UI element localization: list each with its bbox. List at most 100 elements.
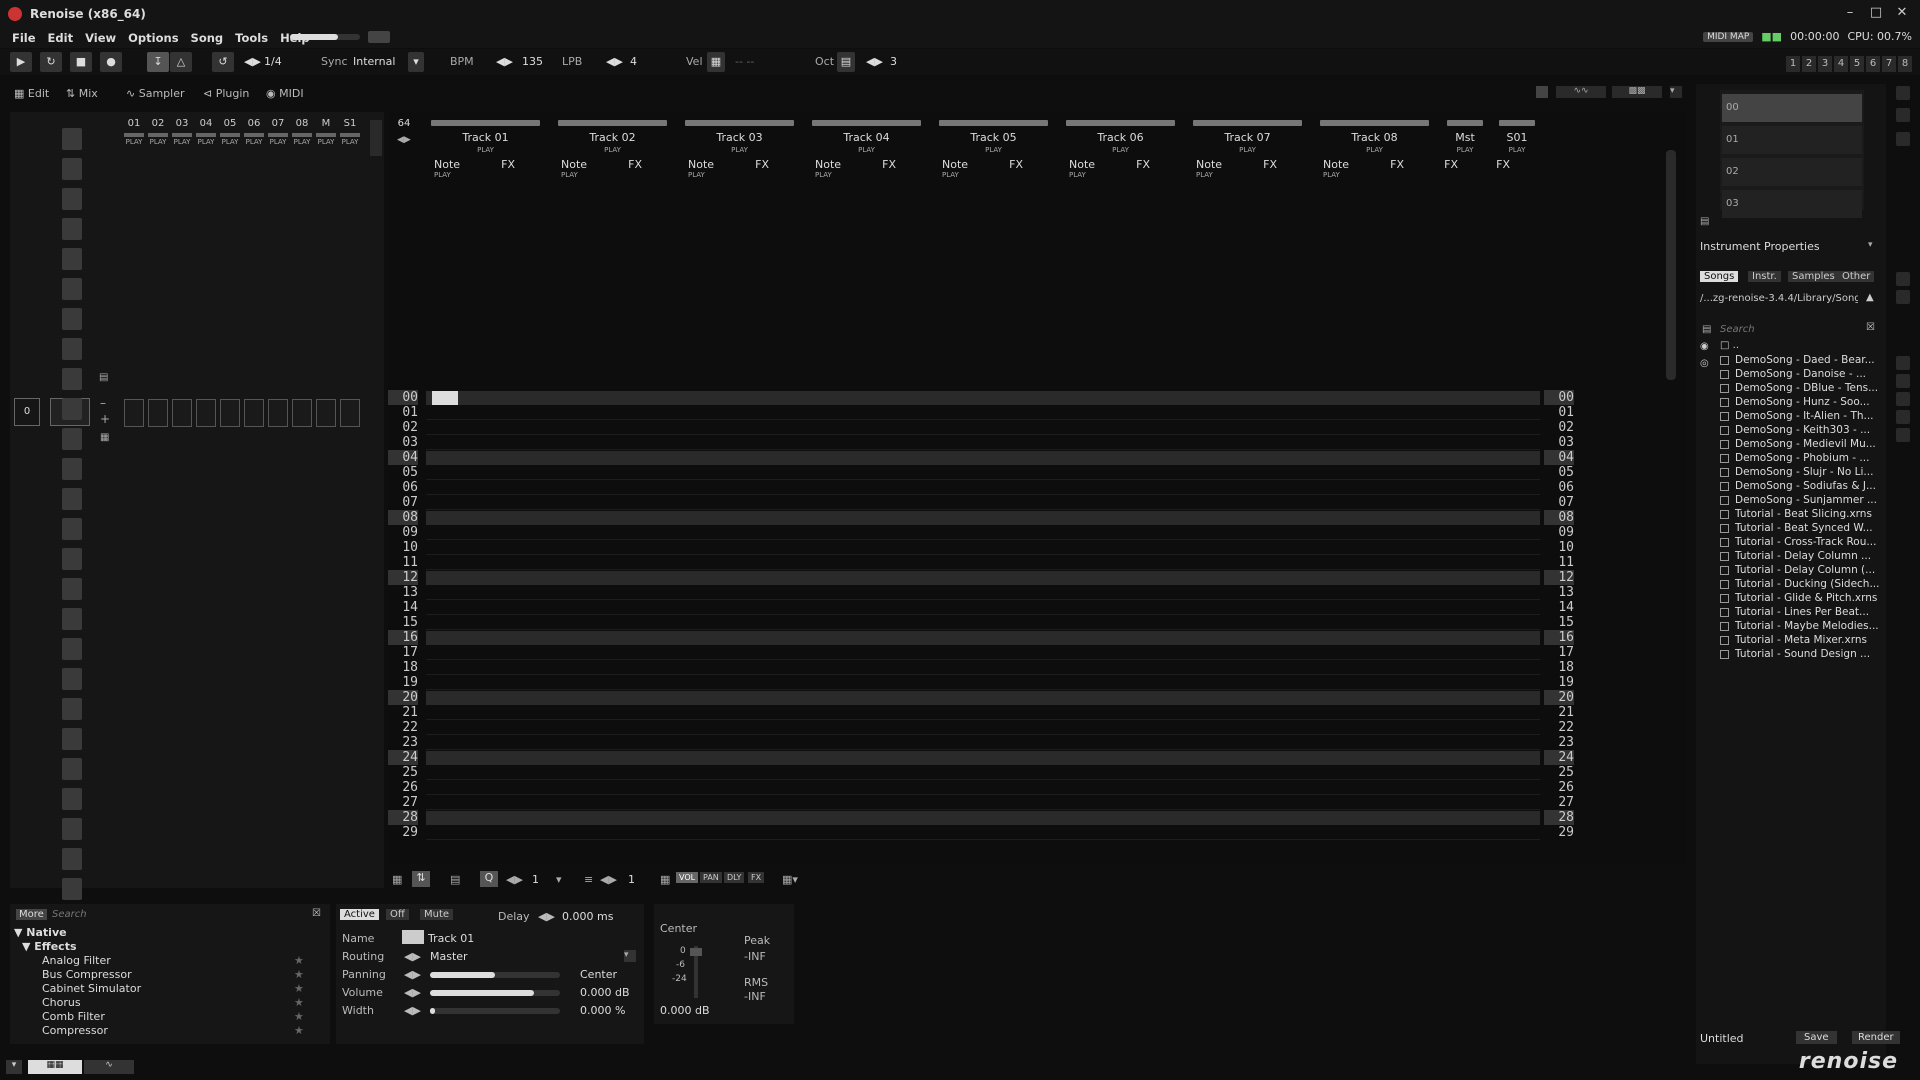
vel-value[interactable]: -- -- bbox=[735, 55, 754, 68]
browser-tab-samples[interactable]: Samples bbox=[1788, 271, 1839, 282]
midi-map-button[interactable]: MIDI MAP bbox=[1703, 31, 1754, 42]
keyboard-velocity-icon[interactable]: ▦ bbox=[707, 52, 725, 72]
routing-dropdown-icon[interactable]: ▾ bbox=[624, 950, 636, 962]
matrix-cell[interactable] bbox=[244, 399, 264, 427]
sequencer-slot[interactable] bbox=[62, 158, 82, 180]
scope-dropdown-icon[interactable]: ▾ bbox=[1670, 86, 1682, 98]
favorite-star-icon[interactable]: ★ bbox=[294, 996, 304, 1009]
minimize-button[interactable]: – bbox=[1840, 4, 1860, 22]
num-button[interactable]: 4 bbox=[1834, 56, 1848, 72]
track-name[interactable]: Track 02 bbox=[553, 131, 672, 144]
num-button[interactable]: 3 bbox=[1818, 56, 1832, 72]
maximize-button[interactable]: □ bbox=[1866, 4, 1886, 22]
seq-track-header[interactable]: 05 bbox=[220, 118, 240, 129]
browser-file[interactable]: DemoSong - Slujr - No Li... bbox=[1720, 466, 1882, 478]
seq-track-play[interactable]: PLAY bbox=[267, 138, 289, 146]
browser-file[interactable]: Tutorial - Beat Synced W... bbox=[1720, 522, 1882, 534]
browser-file[interactable]: DemoSong - Danoise - ... bbox=[1720, 368, 1882, 380]
browser-tab-songs[interactable]: Songs bbox=[1700, 271, 1739, 282]
automation-tab[interactable]: ∿ bbox=[84, 1060, 134, 1074]
browser-file[interactable]: DemoSong - Medievil Mu... bbox=[1720, 438, 1882, 450]
effect-item[interactable]: Compressor bbox=[42, 1024, 108, 1037]
seq-track-header[interactable]: 07 bbox=[268, 118, 288, 129]
effect-item[interactable]: Comb Filter bbox=[42, 1010, 105, 1023]
sequencer-slot[interactable] bbox=[62, 428, 82, 450]
track-column[interactable]: Track 05 PLAY Note PLAY FX bbox=[934, 118, 1053, 858]
columns-icon[interactable]: ▦ bbox=[392, 873, 402, 886]
render-button[interactable]: Render bbox=[1852, 1031, 1900, 1044]
width-arrows-icon[interactable]: ◀▶ bbox=[404, 1004, 421, 1017]
seq-track-header[interactable]: 06 bbox=[244, 118, 264, 129]
sequencer-slot[interactable] bbox=[62, 398, 82, 420]
meter-fader-handle[interactable] bbox=[690, 948, 702, 956]
tab-edit[interactable]: ▦ Edit bbox=[14, 87, 49, 100]
pattern-list-item[interactable]: 02 bbox=[1722, 158, 1862, 186]
block-loop-icon[interactable]: ↺ bbox=[212, 52, 234, 72]
sequencer-slot[interactable] bbox=[62, 848, 82, 870]
spectrum-icon[interactable]: ▩▩ bbox=[1612, 86, 1662, 98]
favorite-star-icon[interactable]: ★ bbox=[294, 1024, 304, 1037]
pan-column-toggle[interactable]: PAN bbox=[700, 872, 722, 883]
track-column[interactable]: Track 04 PLAY Note PLAY FX bbox=[807, 118, 926, 858]
folder-icon[interactable] bbox=[1896, 374, 1910, 388]
matrix-cell[interactable] bbox=[172, 399, 192, 427]
track-column[interactable]: Mst PLAY FX bbox=[1442, 118, 1488, 858]
track-name[interactable]: Track 08 bbox=[1315, 131, 1434, 144]
follow-pattern-icon[interactable]: ⇅ bbox=[412, 871, 430, 887]
num-button[interactable]: 5 bbox=[1850, 56, 1864, 72]
sequencer-slot[interactable] bbox=[62, 638, 82, 660]
menu-edit[interactable]: Edit bbox=[48, 31, 74, 45]
sequencer-slot[interactable] bbox=[62, 878, 82, 900]
browser-link-icon[interactable]: ◎ bbox=[1700, 358, 1709, 369]
browser-file[interactable]: Tutorial - Delay Column (... bbox=[1720, 564, 1882, 576]
panning-arrows-icon[interactable]: ◀▶ bbox=[404, 968, 421, 981]
pattern-list-item[interactable]: 03 bbox=[1722, 190, 1862, 218]
seq-track-header[interactable]: 02 bbox=[148, 118, 168, 129]
seq-track-header[interactable]: M bbox=[316, 118, 336, 129]
matrix-icon[interactable]: ▦ bbox=[100, 432, 109, 443]
browser-file[interactable]: Tutorial - Sound Design ... bbox=[1720, 648, 1882, 660]
sequencer-slot[interactable] bbox=[62, 818, 82, 840]
fx-search-input[interactable]: Search bbox=[52, 909, 324, 923]
name-value[interactable]: Track 01 bbox=[428, 932, 474, 945]
seq-track-play[interactable]: PLAY bbox=[315, 138, 337, 146]
edit-step-value[interactable]: 1 bbox=[628, 873, 635, 886]
seq-track-play[interactable]: PLAY bbox=[243, 138, 265, 146]
browser-file[interactable]: Tutorial - Maybe Melodies... bbox=[1720, 620, 1882, 632]
right-slot-1-icon[interactable] bbox=[1896, 272, 1910, 286]
track-color-swatch[interactable] bbox=[402, 930, 424, 944]
play-button[interactable]: ▶ bbox=[10, 52, 32, 72]
sequencer-slot[interactable] bbox=[62, 548, 82, 570]
master-volume-slider[interactable] bbox=[290, 34, 360, 40]
sync-select[interactable]: Internal bbox=[353, 55, 395, 68]
track-play-label[interactable]: PLAY bbox=[426, 146, 545, 154]
seq-track-header[interactable]: S1 bbox=[340, 118, 360, 129]
vol-column-toggle[interactable]: VOL bbox=[676, 872, 699, 883]
favorite-star-icon[interactable]: ★ bbox=[294, 954, 304, 967]
tree-effects[interactable]: ▼ Effects bbox=[22, 940, 77, 953]
track-play-label[interactable]: PLAY bbox=[1061, 146, 1180, 154]
browser-file[interactable]: Tutorial - Delay Column ... bbox=[1720, 550, 1882, 562]
track-column[interactable]: Track 02 PLAY Note PLAY FX bbox=[553, 118, 672, 858]
library-icon[interactable] bbox=[1896, 428, 1910, 442]
browser-file[interactable]: DemoSong - Sodiufas & J... bbox=[1720, 480, 1882, 492]
sequencer-slot[interactable] bbox=[62, 188, 82, 210]
seq-track-header[interactable]: 01 bbox=[124, 118, 144, 129]
track-name[interactable]: Mst bbox=[1442, 131, 1488, 144]
edit-step-arrows-icon[interactable]: ◀▶ bbox=[600, 873, 617, 886]
delay-arrows-icon[interactable]: ◀▶ bbox=[538, 910, 555, 923]
oscilloscope-icon[interactable]: ∿∿ bbox=[1556, 86, 1606, 98]
browser-file[interactable]: DemoSong - It-Alien - Th... bbox=[1720, 410, 1882, 422]
pencil-icon[interactable] bbox=[1896, 356, 1910, 370]
browser-file[interactable]: Tutorial - Lines Per Beat... bbox=[1720, 606, 1882, 618]
sequencer-slot[interactable] bbox=[62, 128, 82, 150]
close-button[interactable]: ✕ bbox=[1892, 4, 1912, 22]
home-icon[interactable] bbox=[1896, 392, 1910, 406]
more-button[interactable]: More bbox=[16, 909, 47, 920]
track-column[interactable]: Track 08 PLAY Note PLAY FX bbox=[1315, 118, 1434, 858]
keyboard-icon[interactable]: ▤ bbox=[837, 52, 855, 72]
volume-arrows-icon[interactable]: ◀▶ bbox=[404, 986, 421, 999]
browser-file[interactable]: DemoSong - Sunjammer ... bbox=[1720, 494, 1882, 506]
lower-frame-toggle-icon[interactable]: ▾ bbox=[6, 1060, 22, 1074]
browser-find-icon[interactable]: ◉ bbox=[1700, 341, 1709, 352]
